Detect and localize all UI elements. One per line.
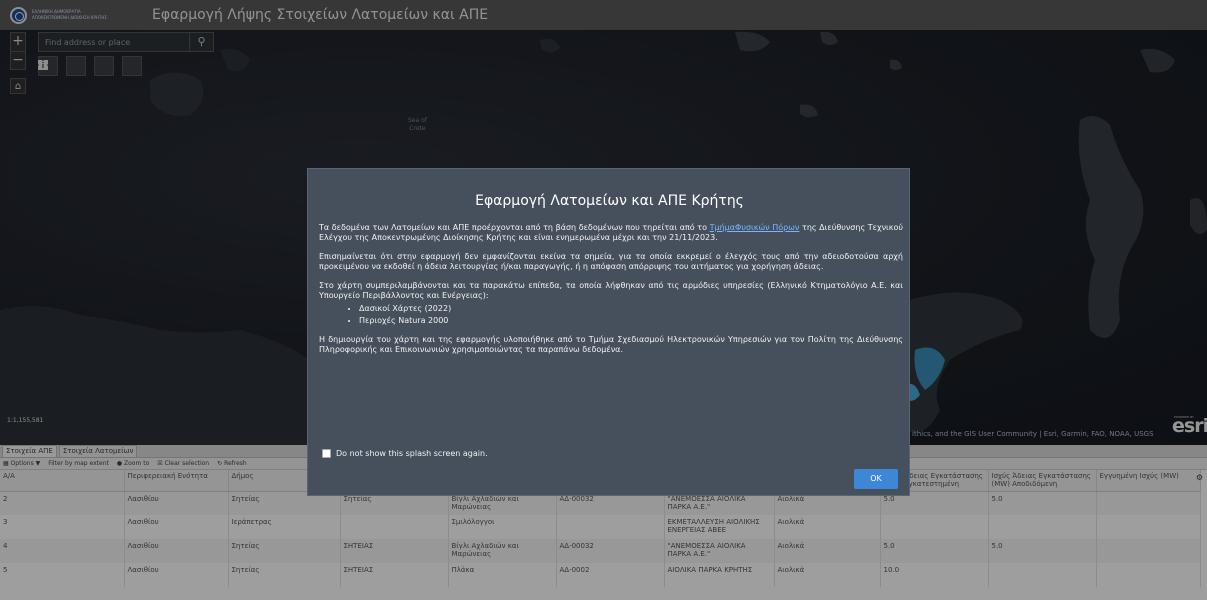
splash-paragraph-2: Επισημαίνεται ότι στην εφαρμογή δεν εμφα…: [319, 252, 903, 271]
splash-dialog: Εφαρμογή Λατομείων και ΑΠΕ Κρήτης Τα δεδ…: [307, 168, 910, 496]
splash-paragraph-4: Η δημιουργία του χάρτη και της εφαρμογής…: [319, 335, 903, 354]
dont-show-again-option[interactable]: Do not show this splash screen again.: [322, 449, 488, 458]
splash-body: Τα δεδομένα των Λατομείων και ΑΠΕ προέρχ…: [319, 223, 903, 364]
splash-paragraph-3: Στο χάρτη συμπεριλαμβάνονται και τα παρα…: [319, 281, 903, 300]
list-item: Περιοχές Natura 2000: [359, 316, 903, 326]
list-item: Δασικοί Χάρτες (2022): [359, 304, 903, 314]
natural-resources-link[interactable]: ΤμήμαΦυσικών Πόρων: [710, 223, 800, 232]
dont-show-again-checkbox[interactable]: [322, 449, 331, 458]
splash-title: Εφαρμογή Λατομείων και ΑΠΕ Κρήτης: [475, 193, 744, 209]
splash-paragraph-1: Τα δεδομένα των Λατομείων και ΑΠΕ προέρχ…: [319, 223, 903, 242]
dont-show-again-label: Do not show this splash screen again.: [336, 449, 488, 458]
layers-list: Δασικοί Χάρτες (2022) Περιοχές Natura 20…: [359, 304, 903, 326]
ok-button[interactable]: OK: [854, 469, 898, 489]
